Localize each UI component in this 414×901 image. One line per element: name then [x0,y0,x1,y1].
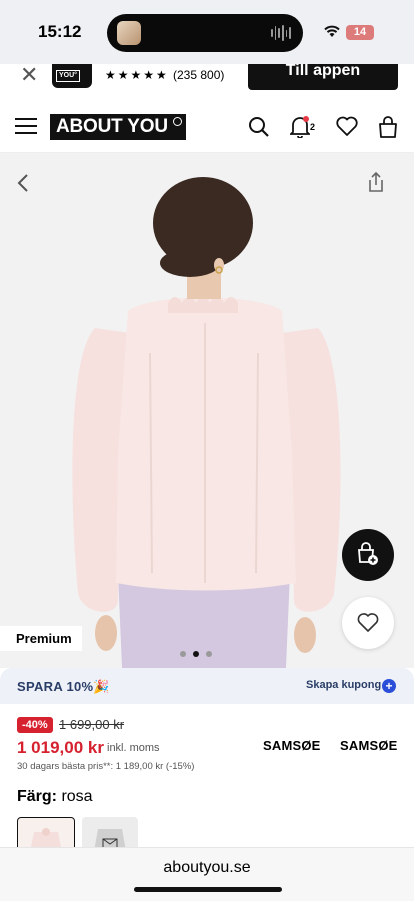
shopping-bag-icon[interactable] [378,116,398,138]
site-logo[interactable]: ABOUT YOU [50,114,186,140]
notification-dot [303,116,309,122]
site-header: ABOUT YOU 2 [0,100,414,153]
browser-address-bar[interactable]: aboutyou.se [0,847,414,901]
rating-count: (235 800) [173,68,225,82]
brand-logo[interactable]: SAMSØE [340,738,398,753]
bag-plus-icon [358,542,378,565]
discount-badge: -40% [17,717,53,733]
audio-wave-icon [271,24,292,42]
pagination-dot[interactable] [180,651,186,657]
promo-text: SPARA 10%🎉 [17,679,110,694]
logo-text: ABOUT YOU [56,116,168,137]
pagination-dot-active[interactable] [193,651,199,657]
color-label: Färg: rosa [17,788,93,806]
brand-name[interactable]: SAMSØE [263,738,321,753]
notification-count: 2 [310,122,316,132]
vat-note: inkl. moms [107,742,160,754]
back-chevron-icon[interactable] [16,173,30,193]
wishlist-button[interactable] [342,597,394,649]
color-value: rosa [61,788,93,805]
swatch-thumbnail [94,829,126,851]
product-image-gallery[interactable]: Premium [0,153,414,668]
add-to-cart-button[interactable] [342,529,394,581]
heart-icon [357,613,379,632]
product-photo [72,177,341,668]
color-label-text: Färg: [17,788,57,805]
app-logo-text: YOU° [56,70,80,82]
wifi-icon [324,25,340,37]
status-bar: 15:12 14 [0,0,414,64]
url-text[interactable]: aboutyou.se [0,859,414,877]
plus-icon[interactable]: + [382,679,396,693]
dynamic-island[interactable] [107,14,303,52]
premium-label: Premium [0,626,82,651]
best-price-note: 30 dagars bästa pris**: 1 189,00 kr (-15… [17,761,195,772]
rating-stars: ★★★★★ [105,68,169,82]
share-icon[interactable] [366,171,386,193]
close-icon[interactable]: ✕ [20,64,38,88]
app-logo: YOU° [52,64,92,88]
status-time: 15:12 [38,22,82,41]
color-swatch-grey[interactable] [82,817,138,851]
app-install-banner: ✕ YOU° ★★★★★ (235 800) Till appen [0,64,414,100]
menu-icon[interactable] [15,118,37,134]
pagination-dot[interactable] [206,651,212,657]
gallery-pagination[interactable] [180,651,212,657]
search-icon[interactable] [248,116,270,138]
now-playing-artwork [117,21,141,45]
open-app-button[interactable]: Till appen [248,64,398,90]
coupon-promo-bar[interactable]: SPARA 10%🎉 Skapa kupong + [0,668,414,704]
original-price: 1 699,00 kr [59,717,125,732]
current-price: 1 019,00 kr [17,738,104,757]
create-coupon-link[interactable]: Skapa kupong [306,679,381,691]
home-indicator[interactable] [134,887,282,892]
heart-icon[interactable] [336,116,358,136]
battery-icon: 14 [346,25,374,40]
